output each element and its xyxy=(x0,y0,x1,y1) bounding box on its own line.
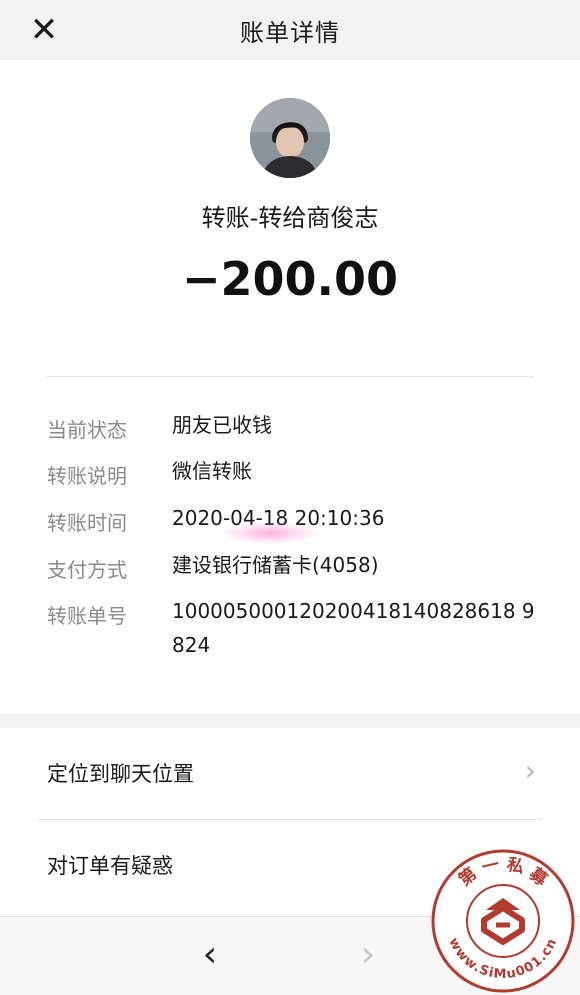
avatar-photo xyxy=(250,98,330,178)
section-gap xyxy=(0,714,580,728)
detail-value: 微信转账 xyxy=(172,459,252,483)
detail-value: 建设银行储蓄卡(4058) xyxy=(172,553,379,577)
chevron-right-icon: › xyxy=(524,754,536,787)
transfer-amount: −200.00 xyxy=(181,252,399,306)
detail-value: 100005000120200418140828618 9824 xyxy=(172,599,535,657)
detail-label: 当前状态 xyxy=(47,418,127,442)
order-question-label: 对订单有疑惑 xyxy=(47,854,173,878)
detail-label: 转账时间 xyxy=(47,511,127,535)
top-nav-bar: ✕ 账单详情 xyxy=(0,0,580,60)
locate-chat-row[interactable]: 定位到聊天位置 › xyxy=(0,728,580,818)
detail-label: 支付方式 xyxy=(47,558,127,582)
bottom-toolbar: ‹ › xyxy=(0,916,580,995)
back-arrow-icon[interactable]: ‹ xyxy=(192,935,228,975)
detail-label: 转账说明 xyxy=(47,464,127,488)
divider xyxy=(46,376,534,377)
locate-chat-label: 定位到聊天位置 xyxy=(47,762,194,786)
detail-label: 转账单号 xyxy=(47,604,127,628)
transfer-subject: 转账-转给商俊志 xyxy=(201,204,379,232)
forward-arrow-icon[interactable]: › xyxy=(350,935,386,975)
detail-value: 2020-04-18 20:10:36 xyxy=(172,506,385,530)
detail-value: 朋友已收钱 xyxy=(172,413,272,437)
order-question-row[interactable]: 对订单有疑惑 xyxy=(0,820,580,910)
avatar xyxy=(250,98,330,178)
page-title: 账单详情 xyxy=(240,19,340,47)
